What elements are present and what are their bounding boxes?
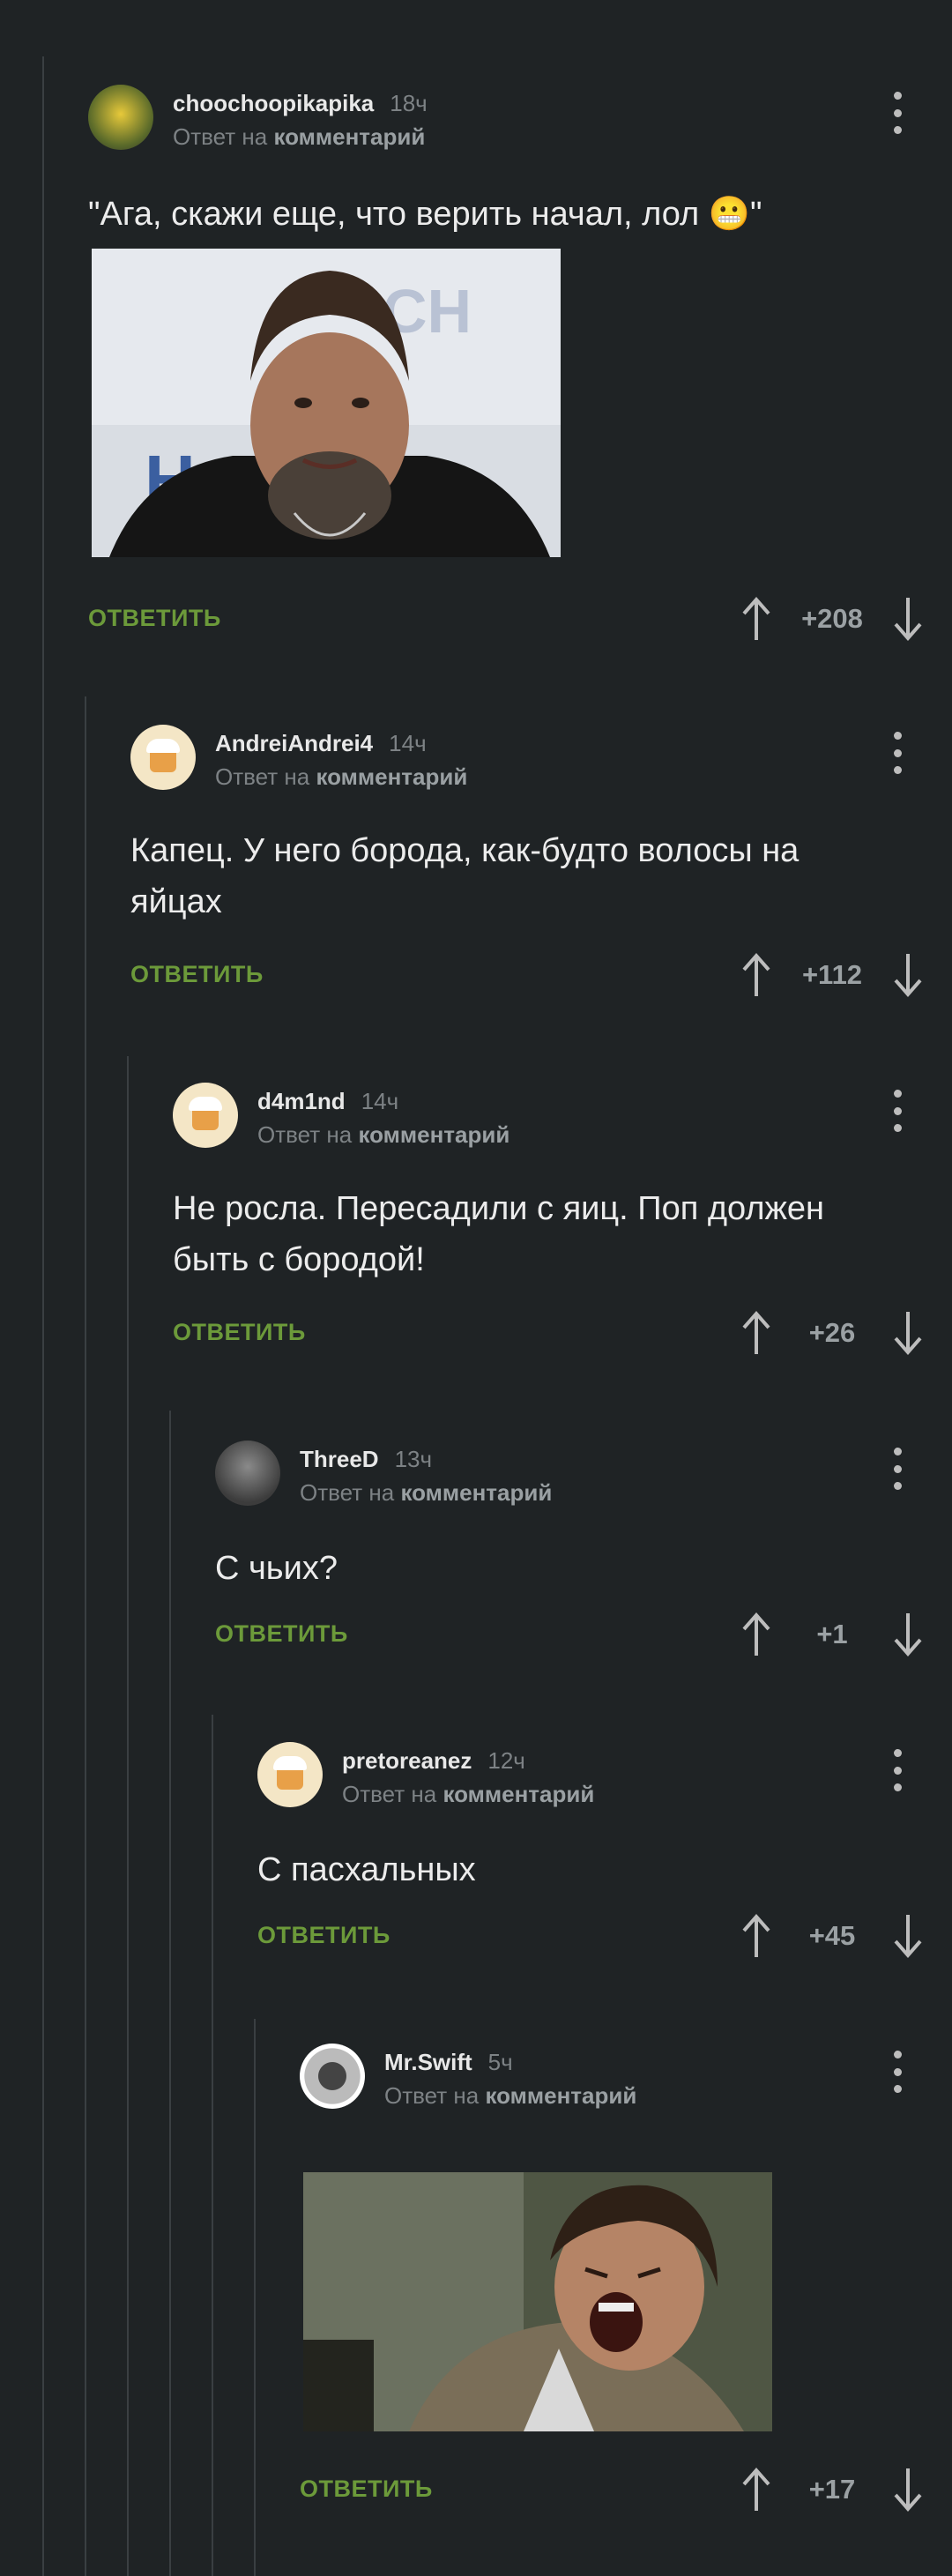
score: +17 — [808, 2474, 856, 2505]
comment-text: Капец. У него борода, как-будто волосы н… — [130, 832, 800, 920]
reply-target-link[interactable]: комментарий — [358, 1121, 509, 1148]
reply-info: Ответ на комментарий — [342, 1781, 595, 1807]
comment-time: 5ч — [487, 2049, 513, 2075]
upvote-arrow-icon[interactable] — [739, 1913, 774, 1959]
thread-line — [169, 1411, 171, 2576]
score: +45 — [808, 1920, 856, 1951]
vote-controls: +112 — [739, 949, 926, 1001]
reply-target-link[interactable]: комментарий — [316, 763, 467, 790]
username[interactable]: Mr.Swift 5ч — [384, 2049, 513, 2076]
comment-time: 13ч — [394, 1446, 433, 1472]
score: +112 — [801, 959, 863, 990]
comment-time: 18ч — [390, 90, 428, 116]
comment-text: "Ага, скажи еще, что верить начал, лол 😬… — [88, 196, 762, 233]
vote-controls: +17 — [739, 2463, 926, 2516]
laughing-man-photo[interactable] — [303, 2172, 772, 2431]
comment: d4m1nd 14ч Ответ на комментарий Не росла.… — [173, 1083, 952, 1365]
more-options-icon[interactable] — [887, 92, 908, 134]
more-options-icon[interactable] — [887, 1090, 908, 1132]
upvote-arrow-icon[interactable] — [739, 2467, 774, 2513]
comment: ThreeD 13ч Ответ на комментарий С чьих? О… — [215, 1441, 952, 1679]
username[interactable]: d4m1nd 14ч — [257, 1088, 398, 1115]
comment-text: С пасхальных — [257, 1851, 476, 1888]
comment-time: 14ч — [361, 1088, 399, 1114]
username[interactable]: AndreiAndrei4 14ч — [215, 730, 427, 757]
comment-text: С чьих? — [215, 1550, 338, 1587]
more-options-icon[interactable] — [887, 2051, 908, 2093]
thread-line — [127, 1056, 129, 2576]
avatar[interactable] — [173, 1083, 238, 1148]
reply-button[interactable]: ОТВЕТИТЬ — [300, 2475, 433, 2503]
comment: choochoopikapika 18ч Ответ на комментарий… — [88, 85, 952, 649]
username[interactable]: pretoreanez 12ч — [342, 1747, 525, 1775]
more-options-icon[interactable] — [887, 1749, 908, 1791]
comment: AndreiAndrei4 14ч Ответ на комментарий Ка… — [130, 725, 952, 1007]
avatar[interactable] — [130, 725, 196, 790]
score: +1 — [816, 1619, 848, 1649]
downvote-arrow-icon[interactable] — [890, 596, 926, 642]
more-options-icon[interactable] — [887, 732, 908, 774]
avatar[interactable] — [215, 1441, 280, 1506]
thread-line — [85, 696, 86, 2576]
username[interactable]: ThreeD 13ч — [300, 1446, 432, 1473]
avatar[interactable] — [257, 1742, 323, 1807]
comment-time: 14ч — [389, 730, 427, 756]
upvote-arrow-icon[interactable] — [739, 952, 774, 998]
upvote-arrow-icon[interactable] — [739, 596, 774, 642]
more-options-icon[interactable] — [887, 1448, 908, 1490]
avatar[interactable] — [300, 2044, 365, 2109]
reply-target-link[interactable]: комментарий — [443, 1781, 594, 1807]
reply-info: Ответ на комментарий — [173, 123, 426, 150]
comment: Mr.Swift 5ч Ответ на комментарий ОТВЕТИТЬ… — [300, 2044, 952, 2572]
downvote-arrow-icon[interactable] — [890, 1310, 926, 1356]
reply-button[interactable]: ОТВЕТИТЬ — [88, 605, 221, 632]
thread-line — [42, 56, 44, 2576]
reply-target-link[interactable]: комментарий — [273, 123, 425, 150]
reply-info: Ответ на комментарий — [384, 2082, 637, 2109]
reply-button[interactable]: ОТВЕТИТЬ — [130, 961, 264, 988]
downvote-arrow-icon[interactable] — [890, 1612, 926, 1657]
thread-line — [254, 2019, 256, 2576]
vote-controls: +208 — [739, 592, 926, 645]
reply-button[interactable]: ОТВЕТИТЬ — [173, 1319, 306, 1346]
reply-target-link[interactable]: комментарий — [400, 1479, 552, 1506]
avatar[interactable] — [88, 85, 153, 150]
reply-target-link[interactable]: комментарий — [485, 2082, 636, 2109]
downvote-arrow-icon[interactable] — [890, 952, 926, 998]
vote-controls: +26 — [739, 1307, 926, 1359]
reply-button[interactable]: ОТВЕТИТЬ — [215, 1620, 348, 1648]
reply-info: Ответ на комментарий — [257, 1121, 510, 1148]
score: +208 — [801, 603, 863, 634]
comment-time: 12ч — [487, 1747, 525, 1774]
priest-photo[interactable]: CH H — [92, 249, 561, 557]
thread-line — [212, 1715, 213, 2576]
reply-info: Ответ на комментарий — [300, 1479, 553, 1506]
vote-controls: +45 — [739, 1910, 926, 1962]
comment: pretoreanez 12ч Ответ на комментарий С па… — [257, 1742, 952, 1980]
downvote-arrow-icon[interactable] — [890, 2467, 926, 2513]
vote-controls: +1 — [739, 1608, 926, 1661]
reply-button[interactable]: ОТВЕТИТЬ — [257, 1922, 390, 1949]
username[interactable]: choochoopikapika 18ч — [173, 90, 428, 117]
upvote-arrow-icon[interactable] — [739, 1612, 774, 1657]
score: +26 — [808, 1317, 856, 1348]
comment-text: Не росла. Пересадили с яиц. Поп должен б… — [173, 1190, 825, 1278]
downvote-arrow-icon[interactable] — [890, 1913, 926, 1959]
reply-info: Ответ на комментарий — [215, 763, 468, 790]
upvote-arrow-icon[interactable] — [739, 1310, 774, 1356]
